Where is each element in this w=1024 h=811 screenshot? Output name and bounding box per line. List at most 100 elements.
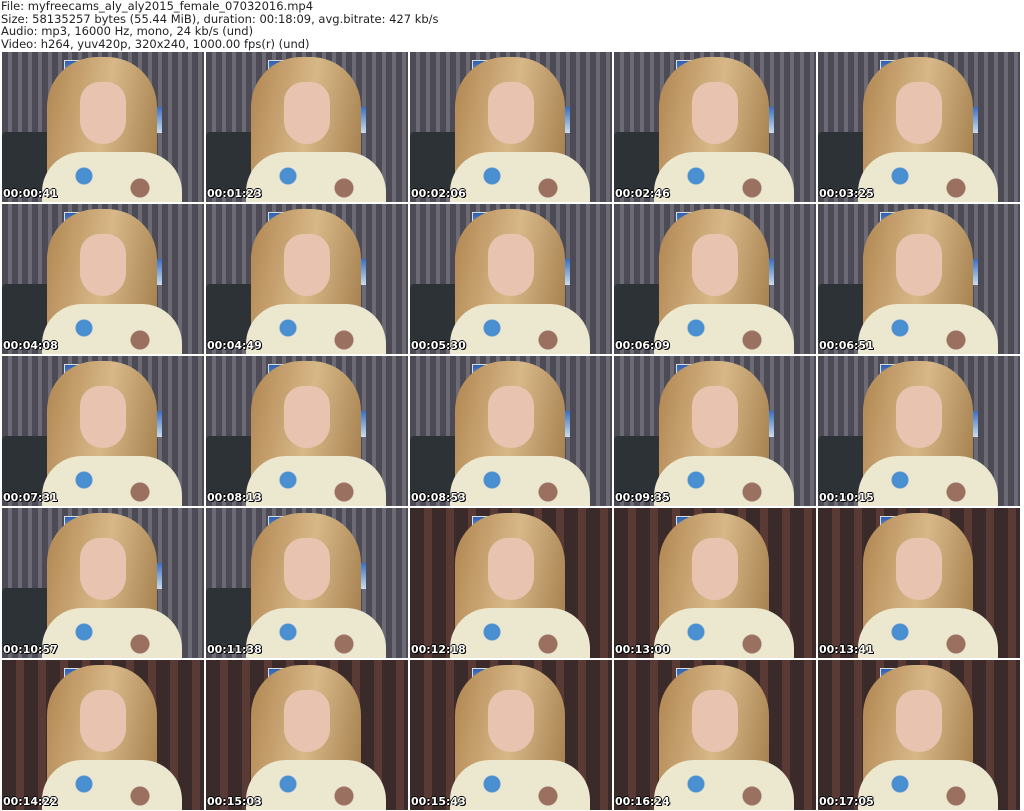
person-face <box>488 538 534 600</box>
person-shirt <box>246 608 386 658</box>
person-shirt <box>858 456 998 506</box>
person-face <box>488 82 534 144</box>
video-thumbnail: 00:00:41 <box>2 52 204 202</box>
thumbnail-timestamp: 00:17:05 <box>819 795 874 808</box>
person-shirt <box>450 152 590 202</box>
person-shirt <box>450 304 590 354</box>
video-thumbnail: 00:02:46 <box>614 52 816 202</box>
person-shirt <box>858 152 998 202</box>
thumbnail-timestamp: 00:13:41 <box>819 643 874 656</box>
person-face <box>692 386 738 448</box>
person-face <box>488 386 534 448</box>
person-face <box>80 82 126 144</box>
thumbnail-timestamp: 00:06:09 <box>615 339 670 352</box>
video-thumbnail: 00:12:18 <box>410 508 612 658</box>
file-name: File: myfreecams_aly_aly2015_female_0703… <box>1 0 314 13</box>
thumbnail-timestamp: 00:02:46 <box>615 187 670 200</box>
thumbnail-grid: 00:00:41 00:01:23 00:02:06 00:02:46 00:03:25… <box>2 52 1020 810</box>
thumbnail-timestamp: 00:16:24 <box>615 795 670 808</box>
person-shirt <box>42 152 182 202</box>
person-face <box>896 386 942 448</box>
video-thumbnail: 00:01:23 <box>206 52 408 202</box>
thumbnail-timestamp: 00:10:57 <box>3 643 58 656</box>
thumbnail-timestamp: 00:08:53 <box>411 491 466 504</box>
person-face <box>284 690 330 752</box>
person-face <box>80 690 126 752</box>
video-thumbnail: 00:10:57 <box>2 508 204 658</box>
person-shirt <box>654 304 794 354</box>
person-face <box>692 690 738 752</box>
person-shirt <box>42 608 182 658</box>
video-info: Video: h264, yuv420p, 320x240, 1000.00 f… <box>1 36 310 51</box>
person-face <box>896 234 942 296</box>
person-face <box>284 386 330 448</box>
person-face <box>896 690 942 752</box>
video-thumbnail: 00:15:03 <box>206 660 408 810</box>
person-shirt <box>246 304 386 354</box>
person-face <box>896 82 942 144</box>
person-shirt <box>654 456 794 506</box>
video-thumbnail: 00:06:51 <box>818 204 1020 354</box>
video-thumbnail: 00:17:05 <box>818 660 1020 810</box>
thumbnail-timestamp: 00:00:41 <box>3 187 58 200</box>
video-thumbnail: 00:10:15 <box>818 356 1020 506</box>
video-thumbnail: 00:02:06 <box>410 52 612 202</box>
thumbnail-timestamp: 00:15:43 <box>411 795 466 808</box>
person-face <box>80 538 126 600</box>
person-shirt <box>858 608 998 658</box>
person-face <box>488 234 534 296</box>
person-shirt <box>42 304 182 354</box>
video-thumbnail: 00:03:25 <box>818 52 1020 202</box>
thumbnail-timestamp: 00:04:49 <box>207 339 262 352</box>
person-shirt <box>858 760 998 810</box>
video-thumbnail: 00:16:24 <box>614 660 816 810</box>
person-face <box>692 234 738 296</box>
person-shirt <box>450 760 590 810</box>
thumbnail-timestamp: 00:03:25 <box>819 187 874 200</box>
thumbnail-timestamp: 00:11:38 <box>207 643 262 656</box>
video-thumbnail: 00:07:31 <box>2 356 204 506</box>
audio-info: Audio: mp3, 16000 Hz, mono, 24 kb/s (und… <box>1 24 254 38</box>
video-thumbnail: 00:05:30 <box>410 204 612 354</box>
person-face <box>692 538 738 600</box>
video-thumbnail: 00:09:35 <box>614 356 816 506</box>
thumbnail-timestamp: 00:06:51 <box>819 339 874 352</box>
person-face <box>80 386 126 448</box>
person-shirt <box>42 760 182 810</box>
video-thumbnail: 00:04:49 <box>206 204 408 354</box>
thumbnail-timestamp: 00:12:18 <box>411 643 466 656</box>
video-thumbnail: 00:13:41 <box>818 508 1020 658</box>
person-shirt <box>42 456 182 506</box>
video-thumbnail: 00:08:13 <box>206 356 408 506</box>
person-shirt <box>450 456 590 506</box>
file-info-header: File: myfreecams_aly_aly2015_female_0703… <box>1 0 439 50</box>
person-face <box>896 538 942 600</box>
person-shirt <box>858 304 998 354</box>
person-face <box>80 234 126 296</box>
video-thumbnail: 00:13:00 <box>614 508 816 658</box>
thumbnail-timestamp: 00:14:22 <box>3 795 58 808</box>
person-face <box>488 690 534 752</box>
person-face <box>284 234 330 296</box>
video-thumbnail: 00:11:38 <box>206 508 408 658</box>
video-thumbnail: 00:08:53 <box>410 356 612 506</box>
video-thumbnail: 00:14:22 <box>2 660 204 810</box>
thumbnail-timestamp: 00:08:13 <box>207 491 262 504</box>
video-thumbnail: 00:15:43 <box>410 660 612 810</box>
thumbnail-timestamp: 00:05:30 <box>411 339 466 352</box>
thumbnail-timestamp: 00:04:08 <box>3 339 58 352</box>
thumbnail-timestamp: 00:10:15 <box>819 491 874 504</box>
thumbnail-timestamp: 00:01:23 <box>207 187 262 200</box>
person-face <box>692 82 738 144</box>
thumbnail-timestamp: 00:09:35 <box>615 491 670 504</box>
person-shirt <box>654 152 794 202</box>
person-shirt <box>654 608 794 658</box>
person-shirt <box>246 456 386 506</box>
person-shirt <box>654 760 794 810</box>
thumbnail-timestamp: 00:07:31 <box>3 491 58 504</box>
thumbnail-timestamp: 00:13:00 <box>615 643 670 656</box>
thumbnail-timestamp: 00:15:03 <box>207 795 262 808</box>
thumbnail-timestamp: 00:02:06 <box>411 187 466 200</box>
video-thumbnail: 00:04:08 <box>2 204 204 354</box>
person-shirt <box>246 152 386 202</box>
